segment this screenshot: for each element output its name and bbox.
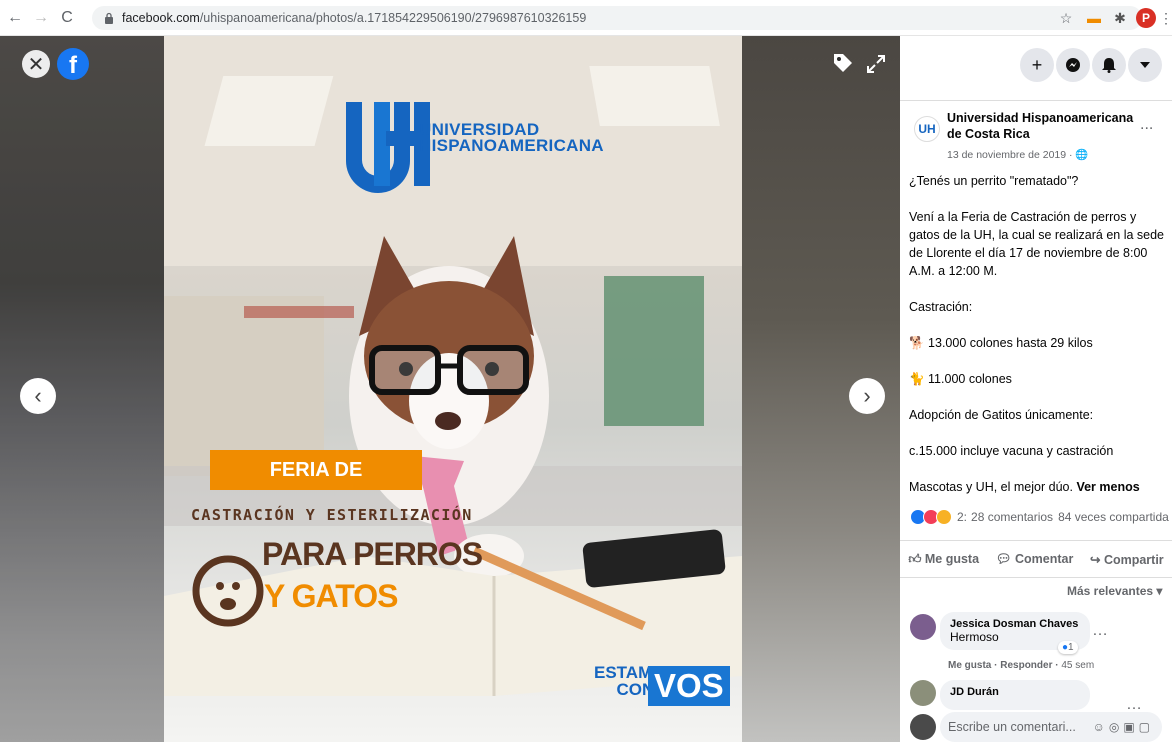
globe-icon: 🌐 <box>1075 149 1089 161</box>
post-date[interactable]: 13 de noviembre de 2019 · 🌐 <box>947 148 1089 161</box>
post-paragraph: Adopción de Gatitos únicamente: <box>909 408 1094 422</box>
comment-like-count[interactable]: ● 1 <box>1058 641 1078 654</box>
comment-meta: Me gusta · Responder · 45 sem <box>948 660 1095 671</box>
photo-viewer: UNIVERSIDAD HISPANOAMERICANA FERIA DE CA… <box>0 36 900 742</box>
create-plus-icon[interactable]: + <box>1020 48 1054 82</box>
share-icon: ↪ <box>1089 552 1104 567</box>
comment-bubble: JD Durán <box>940 680 1090 710</box>
reload-icon[interactable]: C <box>56 7 78 29</box>
comment-author[interactable]: JD Durán <box>950 686 1080 698</box>
bookmark-star-icon[interactable]: ☆ <box>1056 8 1076 28</box>
comment-author[interactable]: Jessica Dosman Chaves <box>950 618 1080 630</box>
page-name[interactable]: Universidad Hispanoamericana de Costa Ri… <box>947 110 1137 142</box>
browser-menu-icon[interactable]: ⋮ <box>1156 8 1172 28</box>
post-paragraph: Vení a la Feria de Castración de perros … <box>909 210 1165 278</box>
tag-icon[interactable] <box>832 52 854 80</box>
comment-time[interactable]: 45 sem <box>1061 660 1094 671</box>
lock-icon <box>105 12 113 24</box>
profile-avatar[interactable]: P <box>1136 8 1156 28</box>
address-bar[interactable]: facebook.com/uhispanoamericana/photos/a.… <box>92 6 1142 30</box>
notifications-bell-icon[interactable] <box>1092 48 1126 82</box>
shares-count[interactable]: 84 veces compartida <box>1058 510 1169 524</box>
comment-input-icons[interactable]: ☺◎▣▢ <box>1093 720 1154 734</box>
previous-photo-icon[interactable]: ‹ <box>20 378 56 414</box>
extensions-puzzle-icon[interactable]: ✱ <box>1110 8 1130 28</box>
sort-chevron-down-icon: ▾ <box>1156 584 1163 598</box>
comment-avatar[interactable] <box>910 680 936 706</box>
like-button[interactable]: 👍︎ Me gusta <box>908 552 979 567</box>
post-side-panel: + UH Universidad Hispanoamericana de Cos… <box>900 36 1172 742</box>
page-avatar[interactable]: UH <box>914 116 940 142</box>
url-host: facebook.com <box>122 11 200 25</box>
post-paragraph: c.15.000 incluye vacuna y castración <box>909 444 1114 458</box>
gif-icon[interactable]: ▣ <box>1123 720 1138 734</box>
comment-avatar[interactable] <box>910 614 936 640</box>
post-paragraph: 🐈 11.000 colones <box>909 372 1012 386</box>
emoji-icon[interactable]: ☺ <box>1093 720 1109 734</box>
facebook-logo-icon[interactable]: f <box>57 48 89 80</box>
next-photo-icon[interactable]: › <box>849 378 885 414</box>
browser-toolbar: ← → C facebook.com/uhispanoamericana/pho… <box>0 0 1172 36</box>
fullscreen-icon[interactable] <box>866 54 886 80</box>
comment-label: Comentar <box>1015 551 1074 566</box>
poster-vos: VOS <box>648 666 730 706</box>
poster-logo-text: UNIVERSIDAD HISPANOAMERICANA <box>419 121 604 155</box>
account-dropdown-icon[interactable] <box>1128 48 1162 82</box>
extension-icon[interactable]: ▬ <box>1084 8 1104 28</box>
post-last-line: Mascotas y UH, el mejor dúo. <box>909 480 1073 494</box>
reactions-bar[interactable]: 2: 28 comentarios 84 veces compartida <box>910 509 1170 525</box>
poster-logo-line2: HISPANOAMERICANA <box>419 136 604 155</box>
see-less-link[interactable]: Ver menos <box>1076 480 1139 494</box>
comment-icon: 💬︎ <box>995 551 1016 566</box>
comment-options-icon[interactable]: … <box>1092 622 1108 640</box>
comment-reply-link[interactable]: Responder <box>1000 660 1052 671</box>
comment-sort-dropdown[interactable]: Más relevantes ▾ <box>1067 584 1162 598</box>
messenger-icon[interactable] <box>1056 48 1090 82</box>
share-button[interactable]: ↪ Compartir <box>1090 552 1164 567</box>
post-text: ¿Tenés un perrito "rematado"? Vení a la … <box>909 172 1167 514</box>
camera-icon[interactable]: ◎ <box>1109 720 1123 734</box>
comment-placeholder: Escribe un comentari... <box>948 720 1076 734</box>
sticker-icon[interactable]: ▢ <box>1139 720 1154 734</box>
comment-input[interactable]: Escribe un comentari... ☺◎▣▢ <box>940 712 1162 742</box>
poster-y-gatos: Y GATOS <box>264 578 398 614</box>
post-paragraph: Castración: <box>909 300 973 314</box>
back-icon[interactable]: ← <box>4 7 26 29</box>
post-paragraph: ¿Tenés un perrito "rematado"? <box>909 174 1079 188</box>
post-paragraph-last: Mascotas y UH, el mejor dúo. Ver menos <box>909 478 1167 496</box>
close-icon[interactable]: ✕ <box>22 50 50 78</box>
comment-like-link[interactable]: Me gusta <box>948 660 991 671</box>
wow-reaction-icon <box>936 509 952 525</box>
comment-button[interactable]: 💬︎ Comentar <box>996 552 1074 567</box>
share-label: Compartir <box>1103 552 1164 567</box>
post-paragraph: 🐕 13.000 colones hasta 29 kilos <box>909 336 1093 350</box>
post-date-text: 13 de noviembre de 2019 · <box>947 149 1076 161</box>
like-label: Me gusta <box>924 551 980 566</box>
forward-icon[interactable]: → <box>30 7 52 29</box>
post-actions: 👍︎ Me gusta 💬︎ Comentar ↪ Compartir <box>900 540 1172 578</box>
panel-divider <box>900 100 1172 101</box>
my-avatar[interactable] <box>910 714 936 740</box>
poster-castracion: CASTRACIÓN Y ESTERILIZACIÓN <box>191 506 473 524</box>
reaction-count[interactable]: 2: <box>957 510 967 524</box>
post-options-icon[interactable]: ... <box>1140 116 1153 134</box>
url-path: /uhispanoamericana/photos/a.171854229506… <box>199 11 587 25</box>
sort-label: Más relevantes <box>1067 584 1154 598</box>
thumbs-up-icon: 👍︎ <box>908 551 925 566</box>
poster-para-perros: PARA PERROS <box>262 536 483 572</box>
poster-feria-banner: FERIA DE <box>210 450 422 490</box>
comment-like-number: 1 <box>1068 642 1074 653</box>
post-photo: UNIVERSIDAD HISPANOAMERICANA FERIA DE CA… <box>164 36 742 742</box>
comments-count[interactable]: 28 comentarios <box>971 510 1053 524</box>
